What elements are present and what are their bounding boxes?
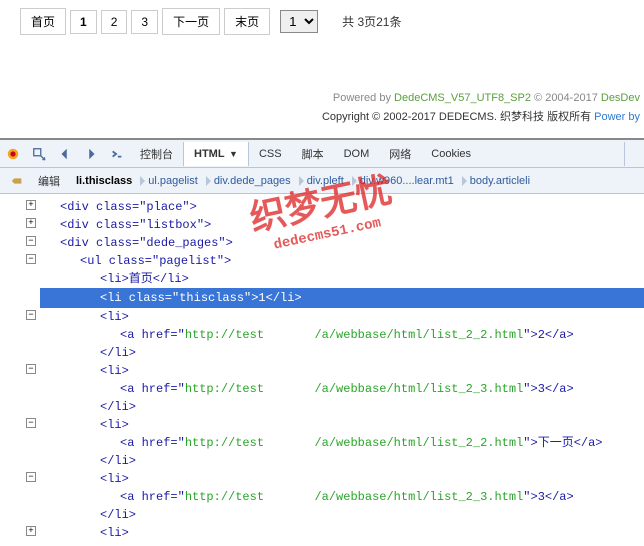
dropdown-arrow-icon: ▼: [227, 149, 238, 159]
collapse-toggle[interactable]: −: [26, 254, 36, 264]
crumb-item[interactable]: div.dede_pages: [206, 172, 299, 190]
crumb-item[interactable]: div.pleft: [299, 172, 352, 190]
footer: Powered by DedeCMS_V57_UTF8_SP2 © 2004-2…: [0, 83, 644, 132]
tab-html[interactable]: HTML ▼: [183, 142, 249, 166]
crumb-item[interactable]: body.articleli: [462, 172, 538, 190]
collapse-toggle[interactable]: −: [26, 418, 36, 428]
pagination-bar: 首页 1 2 3 下一页 末页 1 共 3页21条: [0, 0, 644, 43]
search-area[interactable]: [624, 142, 644, 166]
page-info: 共 3页21条: [342, 13, 401, 30]
expand-toggle[interactable]: +: [26, 218, 36, 228]
source-tree[interactable]: +<div class="place"> +<div class="listbo…: [0, 194, 644, 546]
crumb-item[interactable]: div.w960....lear.mt1: [352, 172, 462, 190]
page-2[interactable]: 2: [101, 10, 128, 34]
devtools-panel: 控制台 HTML ▼ CSS 脚本 DOM 网络 Cookies 编辑 li.t…: [0, 138, 644, 546]
product-link[interactable]: DedeCMS_V57_UTF8_SP2: [394, 92, 531, 104]
tab-css[interactable]: CSS: [249, 142, 292, 166]
first-page-button[interactable]: 首页: [20, 8, 66, 35]
expand-toggle[interactable]: +: [26, 200, 36, 210]
prev-icon[interactable]: [54, 143, 76, 165]
collapse-toggle[interactable]: −: [26, 310, 36, 320]
collapse-toggle[interactable]: −: [26, 364, 36, 374]
firebug-icon[interactable]: [2, 143, 24, 165]
power-by-link[interactable]: Power by: [594, 111, 640, 123]
page-select[interactable]: 1: [280, 10, 318, 33]
inspect-icon[interactable]: [28, 143, 50, 165]
tab-dom[interactable]: DOM: [334, 142, 380, 166]
crumb-current[interactable]: li.thisclass: [68, 172, 140, 190]
breadcrumb-icon[interactable]: [6, 170, 28, 192]
devtools-breadcrumb: 编辑 li.thisclass ul.pagelist div.dede_pag…: [0, 168, 644, 194]
page-1[interactable]: 1: [70, 10, 97, 34]
page-3[interactable]: 3: [131, 10, 158, 34]
devtools-tabbar: 控制台 HTML ▼ CSS 脚本 DOM 网络 Cookies: [0, 140, 644, 168]
crumb-item[interactable]: ul.pagelist: [140, 172, 206, 190]
tab-script[interactable]: 脚本: [292, 140, 334, 168]
collapse-toggle[interactable]: −: [26, 236, 36, 246]
console-icon[interactable]: [106, 143, 128, 165]
next-icon[interactable]: [80, 143, 102, 165]
tab-network[interactable]: 网络: [379, 140, 421, 168]
company-link[interactable]: DesDev: [601, 92, 640, 104]
tab-cookies[interactable]: Cookies: [421, 142, 481, 166]
next-page-button[interactable]: 下一页: [162, 8, 220, 35]
edit-button[interactable]: 编辑: [30, 170, 68, 192]
tab-console[interactable]: 控制台: [130, 140, 183, 168]
expand-toggle[interactable]: +: [26, 526, 36, 536]
last-page-button[interactable]: 末页: [224, 8, 270, 35]
collapse-toggle[interactable]: −: [26, 472, 36, 482]
selected-node[interactable]: <li class="thisclass">1</li>: [40, 288, 644, 308]
